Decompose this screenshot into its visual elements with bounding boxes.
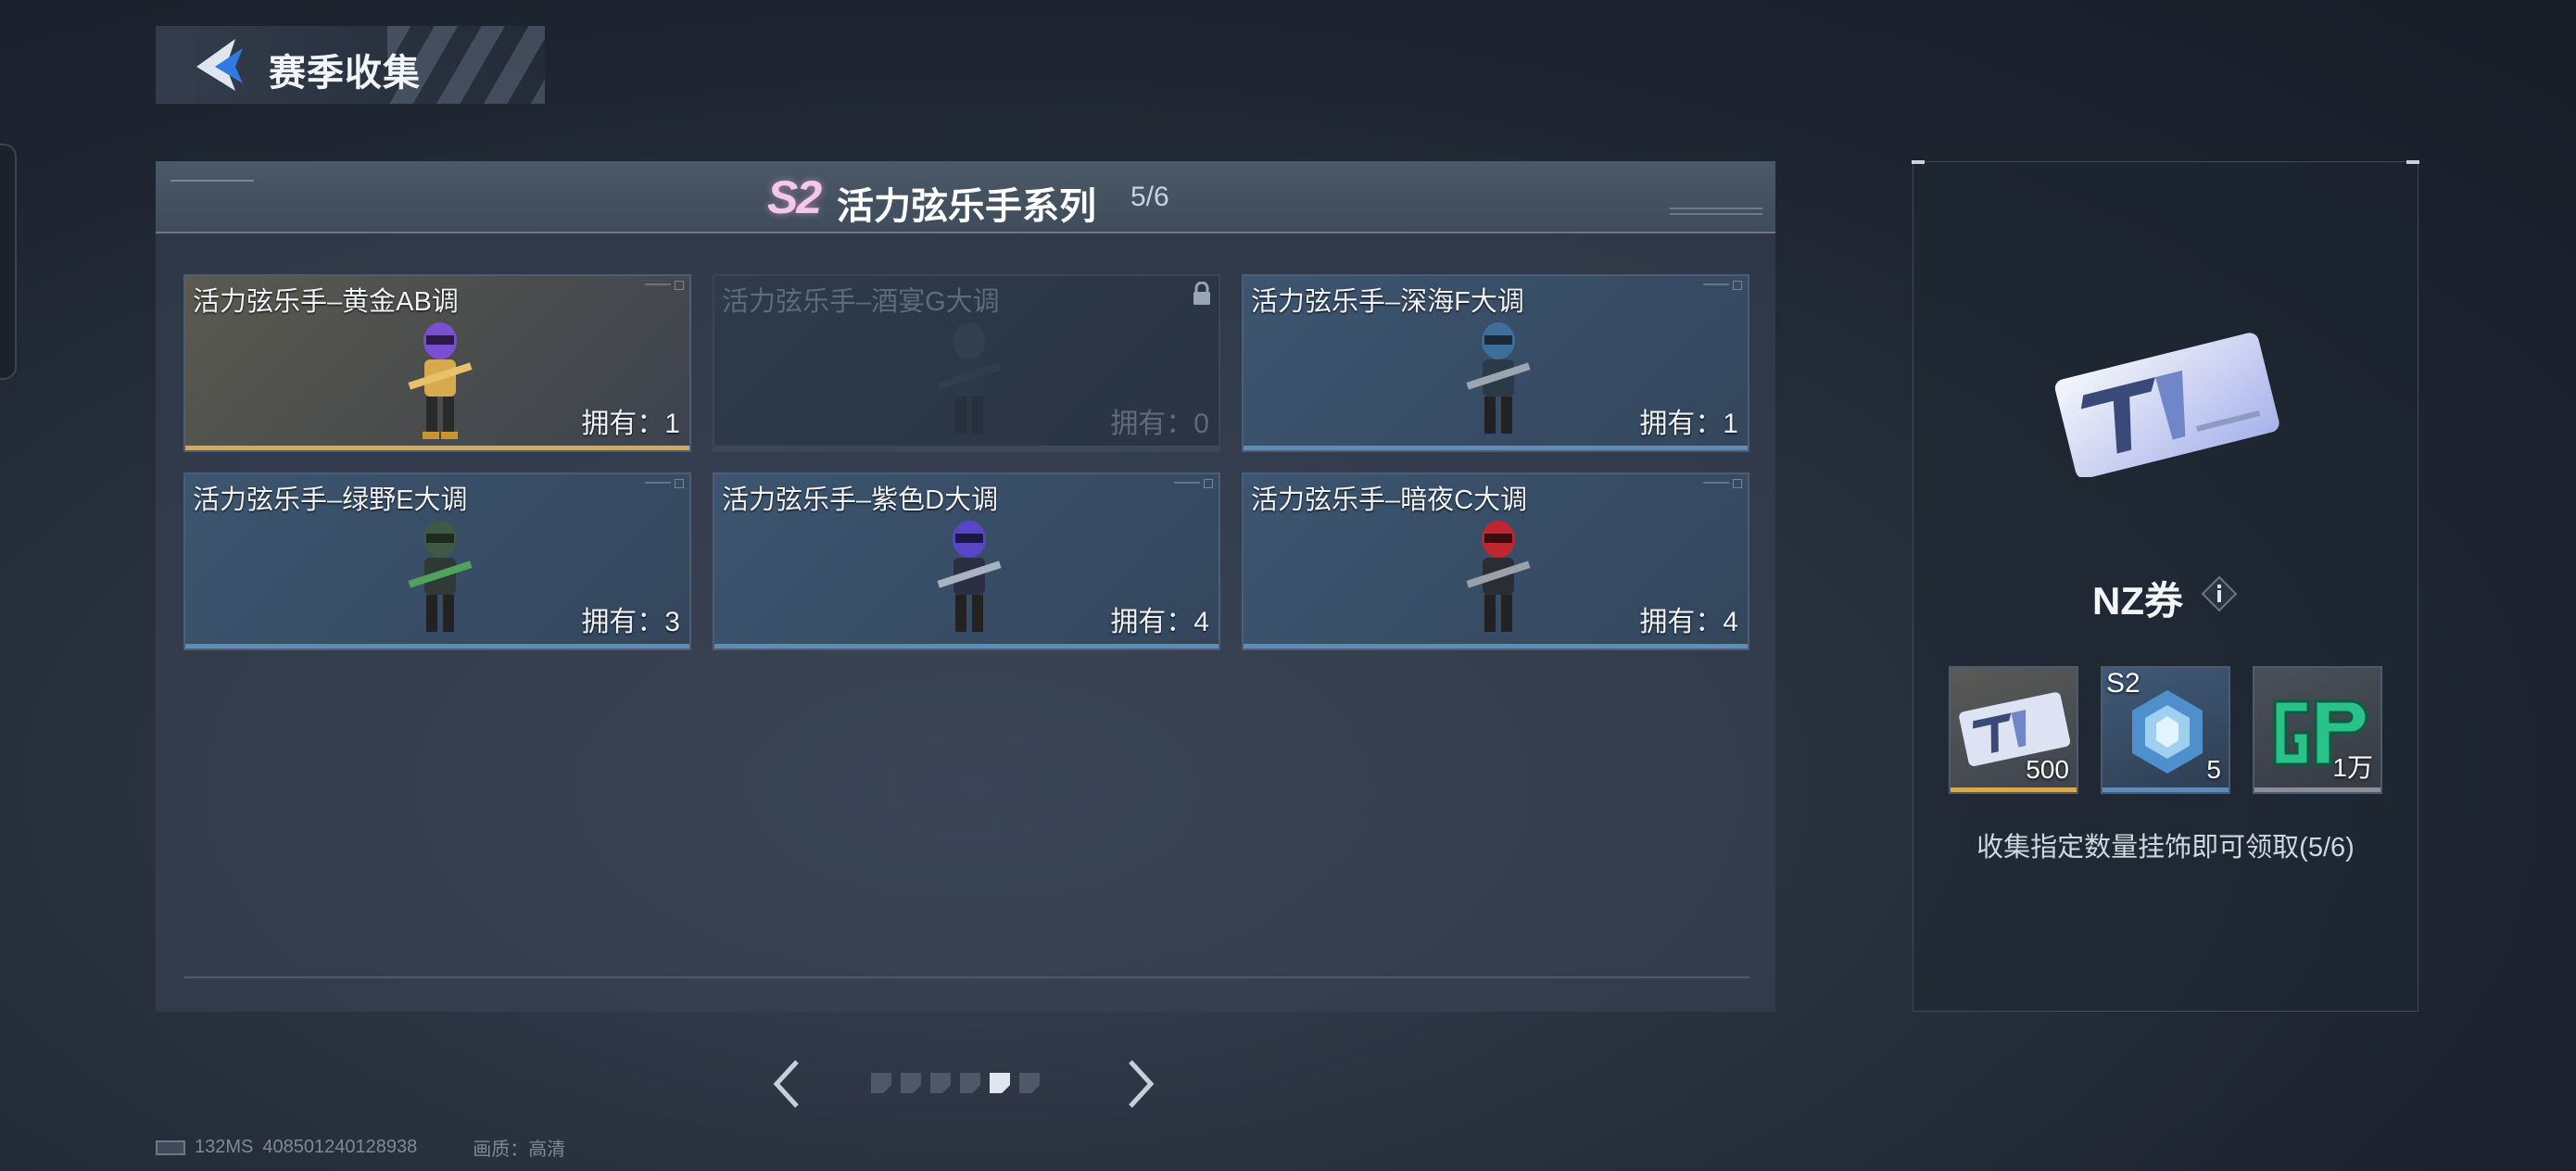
page-dot[interactable] xyxy=(960,1073,980,1093)
collection-card[interactable]: 活力弦乐手–黄金AB调 拥有：1 xyxy=(183,274,691,452)
page-title: 赛季收集 xyxy=(269,53,421,94)
card-corner-deco xyxy=(638,479,684,488)
rarity-bar xyxy=(185,644,689,648)
owned-count: 拥有：4 xyxy=(1639,607,1738,637)
reward-quantity: 5 xyxy=(2206,755,2221,784)
series-title: 活力弦乐手系列 xyxy=(837,186,1096,227)
panel-divider xyxy=(183,976,1749,978)
rarity-bar xyxy=(2102,787,2229,792)
reward-item[interactable]: S2 5 xyxy=(2101,666,2230,794)
season-tag: S2 xyxy=(2106,668,2140,699)
card-name: 活力弦乐手–暗夜C大调 xyxy=(1251,485,1528,515)
side-drawer-tab[interactable] xyxy=(0,144,17,380)
owned-count: 拥有：3 xyxy=(581,607,680,637)
card-name: 活力弦乐手–紫色D大调 xyxy=(722,485,999,515)
collection-panel: S2 活力弦乐手系列 5/6 活力弦乐手–黄金AB调 拥有：1 活力弦乐手–酒宴… xyxy=(156,161,1775,1012)
card-name: 活力弦乐手–黄金AB调 xyxy=(193,287,459,317)
season-badge: S2 xyxy=(767,171,822,223)
reward-name-text: NZ券 xyxy=(2092,579,2183,623)
rarity-bar xyxy=(714,644,1219,648)
character-figure-icon xyxy=(937,521,1002,632)
series-progress: 5/6 xyxy=(1130,182,1169,212)
reward-items: 500 S2 5 1万 xyxy=(1949,666,2384,796)
rarity-bar xyxy=(1244,446,1748,450)
character-figure-icon xyxy=(937,322,1002,434)
page-dots xyxy=(871,1073,1040,1095)
back-arrow-icon xyxy=(196,39,243,91)
owned-count: 拥有：1 xyxy=(581,409,680,439)
rarity-bar xyxy=(1244,644,1748,648)
reward-item[interactable]: 500 xyxy=(1949,666,2078,794)
owned-count: 拥有：1 xyxy=(1639,409,1738,439)
reward-description: 收集指定数量挂饰即可领取(5/6) xyxy=(1976,833,2355,863)
series-header: S2 活力弦乐手系列 5/6 xyxy=(156,161,1775,233)
rarity-bar xyxy=(714,446,1219,450)
rarity-bar xyxy=(1951,787,2077,792)
reward-quantity: 500 xyxy=(2026,755,2069,784)
card-name: 活力弦乐手–酒宴G大调 xyxy=(722,287,1000,317)
pagination xyxy=(769,1056,1158,1112)
back-button[interactable] xyxy=(189,35,250,94)
quality-text: 画质：高清 xyxy=(473,1140,566,1160)
collection-card[interactable]: 活力弦乐手–绿野E大调 拥有：3 xyxy=(183,472,691,650)
character-figure-icon xyxy=(1466,322,1531,434)
page-dot-active[interactable] xyxy=(990,1073,1010,1093)
collection-card[interactable]: 活力弦乐手–暗夜C大调 拥有：4 xyxy=(1242,472,1749,650)
card-corner-deco xyxy=(638,281,684,290)
page-dot[interactable] xyxy=(1019,1073,1040,1093)
owned-count: 拥有：4 xyxy=(1110,607,1209,637)
reward-item[interactable]: 1万 xyxy=(2253,666,2382,794)
uid-text: 408501240128938 xyxy=(262,1137,418,1157)
next-page-arrow-icon[interactable] xyxy=(1121,1058,1158,1110)
collection-card[interactable]: 活力弦乐手–酒宴G大调 拥有：0 xyxy=(713,274,1220,452)
owned-count: 拥有：0 xyxy=(1110,409,1209,439)
reward-panel: NZ券 500 S2 5 1万 收集指定数量挂饰即可领取(5/6) xyxy=(1912,160,2419,1012)
card-name: 活力弦乐手–深海F大调 xyxy=(1251,287,1524,317)
prev-page-arrow-icon[interactable] xyxy=(769,1058,806,1110)
info-icon[interactable] xyxy=(2201,575,2238,612)
lock-icon xyxy=(1193,282,1210,305)
reward-name: NZ券 xyxy=(1913,570,2418,626)
rarity-bar xyxy=(185,446,689,450)
status-bar: 132MS 408501240128938 画质：高清 xyxy=(156,1134,565,1161)
card-name: 活力弦乐手–绿野E大调 xyxy=(193,485,468,515)
card-corner-deco xyxy=(1167,479,1213,488)
collection-card[interactable]: 活力弦乐手–紫色D大调 拥有：4 xyxy=(713,472,1220,650)
character-figure-icon xyxy=(1466,521,1531,632)
header: 赛季收集 xyxy=(156,26,545,104)
rarity-bar xyxy=(2254,787,2380,792)
reward-quantity: 1万 xyxy=(2332,753,2373,782)
page-dot[interactable] xyxy=(871,1073,891,1093)
ping-text: 132MS xyxy=(195,1137,254,1157)
character-figure-icon xyxy=(408,322,473,439)
card-corner-deco xyxy=(1696,281,1742,290)
card-corner-deco xyxy=(1696,479,1742,488)
page-dot[interactable] xyxy=(901,1073,921,1093)
panel-corner-tick xyxy=(1912,160,1925,164)
battery-icon xyxy=(156,1140,185,1155)
header-decoration-right xyxy=(1670,208,1762,220)
header-decoration xyxy=(170,174,254,187)
character-figure-icon xyxy=(408,521,473,632)
panel-corner-tick xyxy=(2406,160,2419,164)
collection-card[interactable]: 活力弦乐手–深海F大调 拥有：1 xyxy=(1242,274,1749,452)
nz-ticket-icon xyxy=(2054,333,2279,477)
page-dot[interactable] xyxy=(930,1073,951,1093)
